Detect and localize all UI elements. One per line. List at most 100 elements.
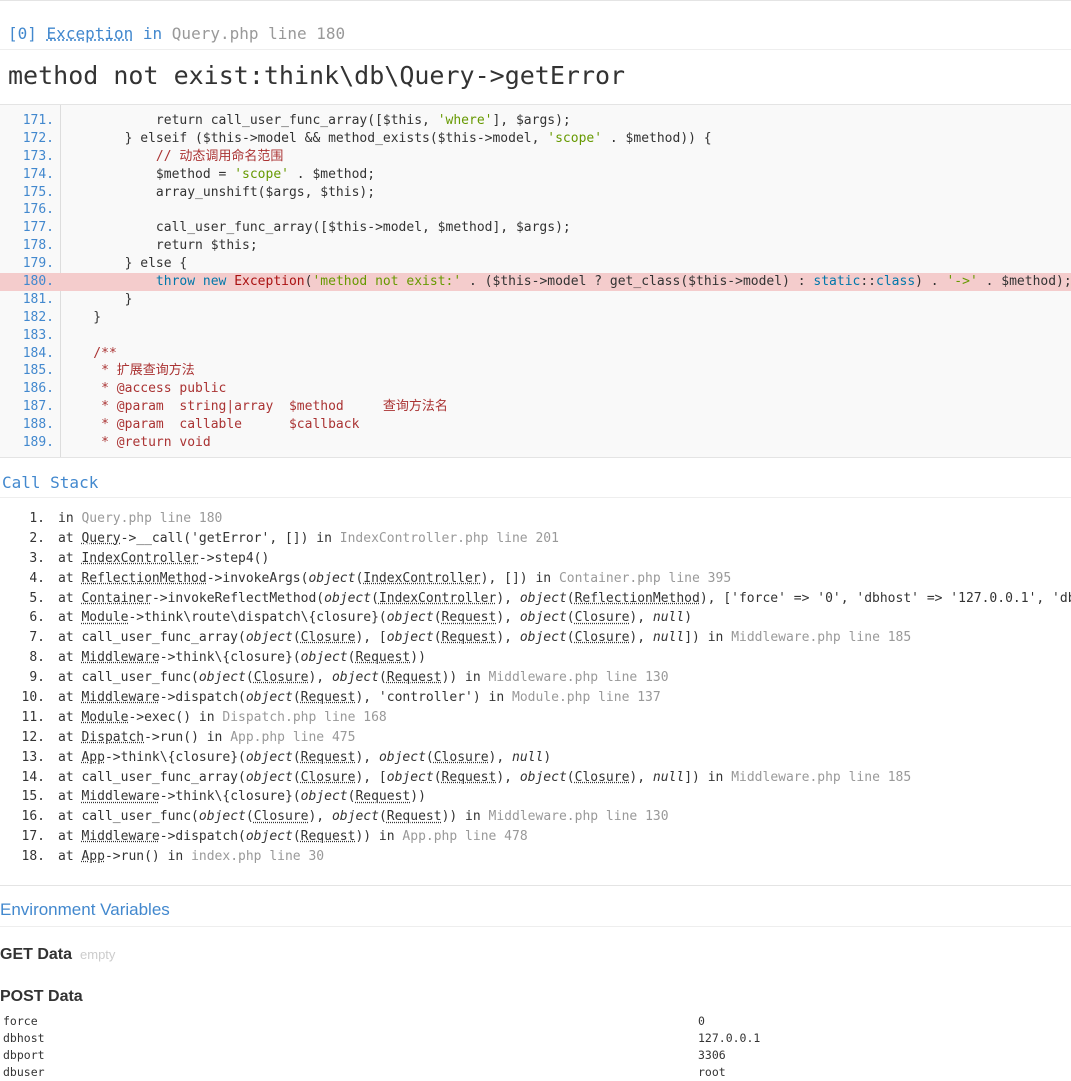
class-name-abbr[interactable]: Request [301,690,356,705]
stack-text: at [58,789,82,805]
class-name-abbr[interactable]: Closure [575,770,630,785]
file-location: Module.php line 137 [512,690,661,706]
class-name-abbr[interactable]: Request [442,630,497,645]
code-token: 'method not exist:' [312,274,462,290]
class-name-abbr[interactable]: Module [81,610,128,625]
post-data-key: dbhost [3,1031,45,1045]
class-name-abbr[interactable]: Request [442,770,497,785]
stack-text: ) [543,749,552,765]
stack-text: ), [355,749,379,765]
call-stack-text: at call_user_func_array(object(Closure),… [58,768,911,788]
post-data-value: 3306 [698,1048,726,1062]
divider [0,926,1071,927]
class-name-abbr[interactable]: Query [81,531,120,546]
call-stack-number: 6. [29,610,45,626]
class-name-abbr[interactable]: App [81,849,104,864]
code-line: 189. * @return void [0,434,1071,452]
file-location: App.php line 475 [230,729,356,745]
source-code-panel[interactable]: 171. return call_user_func_array([$this,… [0,104,1071,458]
stack-text: ), [308,670,332,686]
code-line: 175. array_unshift($args, $this); [0,184,1071,202]
stack-text: ), [629,610,653,626]
class-name-abbr[interactable]: Middleware [81,690,159,705]
type-keyword: object [331,670,379,686]
code-token: } else { [62,256,188,272]
code-line: 176. [0,201,1071,219]
code-line: 184. /** [0,345,1071,363]
type-keyword: object [198,809,246,825]
class-name-abbr[interactable]: Closure [301,630,356,645]
class-name-abbr[interactable]: Request [387,809,442,824]
stack-text: )) in [441,670,489,686]
stack-text: ( [292,630,301,646]
call-stack-item: 3. at IndexController->step4() [0,549,1071,569]
stack-text: at [58,590,82,606]
stack-text: ( [378,809,387,825]
class-name-abbr[interactable]: Closure [575,610,630,625]
class-name-abbr[interactable]: Request [355,789,410,804]
class-name-abbr[interactable]: Request [387,670,442,685]
class-name-abbr[interactable]: Request [301,829,356,844]
stack-text: ), [ [355,630,387,646]
class-name-abbr[interactable]: ReflectionMethod [575,591,700,606]
line-number: 184. [22,345,54,361]
line-source: } else { [62,255,188,273]
call-stack-item: 18. at App->run() in index.php line 30 [0,847,1071,867]
class-name-abbr[interactable]: Request [301,750,356,765]
type-keyword: object [245,829,293,845]
code-token: ) . [915,274,947,290]
class-name-abbr[interactable]: ReflectionMethod [81,571,206,586]
type-keyword: object [386,610,434,626]
stack-text: ( [292,690,301,706]
line-source: call_user_func_array([$this->model, $met… [62,219,571,237]
class-name-abbr[interactable]: IndexController [363,571,480,586]
post-data-value: root [698,1065,726,1079]
call-stack-item: 12. at Dispatch->run() in App.php line 47… [0,728,1071,748]
type-keyword: object [245,630,293,646]
class-name-abbr[interactable]: Request [355,650,410,665]
code-token: /** [62,345,117,361]
stack-text: )) [410,789,426,805]
stack-text: at call_user_func( [58,670,199,686]
class-name-abbr[interactable]: Closure [575,630,630,645]
call-stack-item: 15. at Middleware->think\{closure}(object… [0,787,1071,807]
stack-text: ->exec() in [128,709,223,725]
line-source: * @return void [62,434,211,452]
code-token: . $method)) { [602,130,712,146]
class-name-abbr[interactable]: Closure [254,809,309,824]
class-name-abbr[interactable]: IndexController [81,551,198,566]
class-name-abbr[interactable]: IndexController [379,591,496,606]
line-number: 185. [22,363,54,379]
get-data-title: GET Data [0,946,73,963]
stack-text: in [58,511,82,526]
file-location: Query.php line 180 [81,511,223,526]
stack-text: at [58,690,82,706]
code-token: static [813,274,861,290]
class-name-abbr[interactable]: Middleware [81,829,159,844]
class-name-abbr[interactable]: Closure [254,670,309,685]
code-token: array_unshift($args, $this); [62,184,376,200]
type-keyword: object [245,749,293,765]
line-source: throw new Exception('method not exist:' … [62,273,1071,291]
class-name-abbr[interactable]: Closure [434,750,489,765]
class-name-abbr[interactable]: Middleware [81,789,159,804]
class-name-abbr[interactable]: Container [81,591,151,606]
line-number: 175. [22,184,54,200]
class-name-abbr[interactable]: Dispatch [81,730,144,745]
code-token: . $method; [288,166,376,182]
line-source: return call_user_func_array([$this, 'whe… [62,112,571,130]
stack-text: ( [433,630,442,646]
class-name-abbr[interactable]: Closure [301,770,356,785]
stack-text: at [58,729,82,745]
class-name-abbr[interactable]: Middleware [81,650,159,665]
code-token: return call_user_func_array([$this, [62,113,438,128]
stack-text: ( [433,769,442,785]
line-number: 188. [22,417,54,433]
call-stack-item: 9. at call_user_func(object(Closure), obj… [0,668,1071,688]
class-name-abbr[interactable]: Request [442,610,497,625]
code-line: 178. return $this; [0,237,1071,255]
exception-type-link[interactable]: Exception [47,24,134,43]
code-line-highlighted: 180. throw new Exception('method not exi… [0,273,1071,291]
class-name-abbr[interactable]: App [81,750,104,765]
class-name-abbr[interactable]: Module [81,710,128,725]
